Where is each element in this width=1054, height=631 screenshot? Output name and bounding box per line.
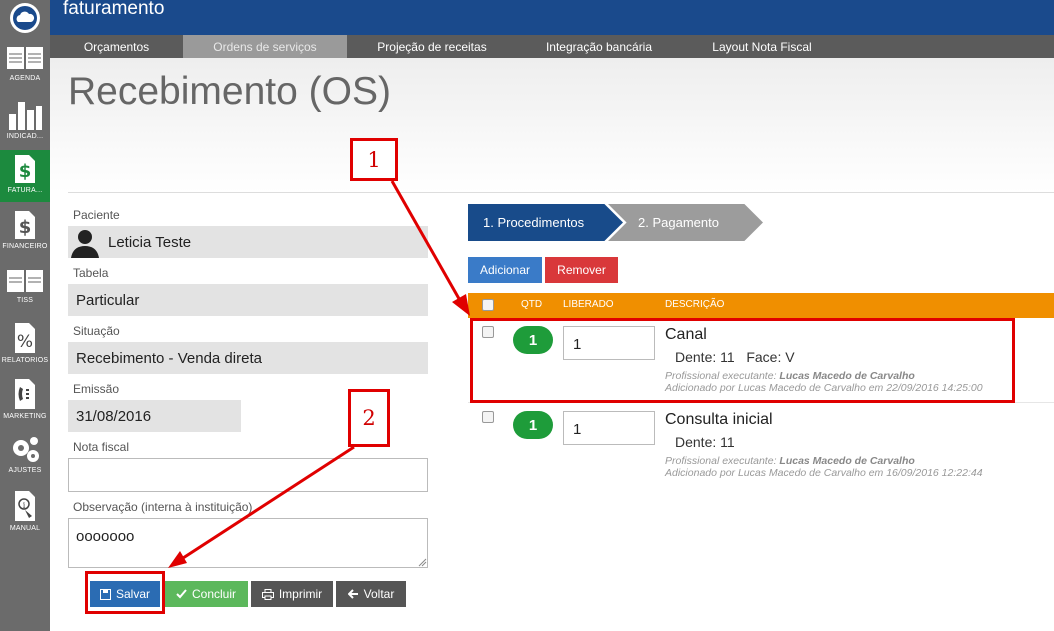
sidebar-label: AGENDA — [9, 75, 41, 82]
col-liberado: LIBERADO — [563, 299, 614, 310]
remover-button[interactable]: Remover — [545, 257, 618, 283]
percent-icon: % — [15, 323, 35, 353]
sidebar-label: AJUSTES — [8, 467, 42, 474]
cloud-logo-icon[interactable] — [0, 0, 50, 35]
sidebar-item-faturamento[interactable]: $ FATURA... — [0, 150, 50, 202]
sidebar-label: FINANCEIRO — [2, 243, 48, 250]
concluir-button-label: Concluir — [191, 587, 236, 601]
tab-projecao-de-receitas[interactable]: Projeção de receitas — [347, 35, 517, 58]
sidebar-label: RELATORIOS — [1, 357, 49, 364]
page-title: Recebimento (OS) — [68, 70, 391, 113]
professional-prefix: Profissional executante: — [665, 455, 780, 467]
svg-text:%: % — [17, 332, 33, 352]
check-icon — [176, 589, 187, 599]
annotation-label-2: 2 — [348, 389, 390, 447]
phone-icon — [15, 379, 35, 409]
sidebar-label: MANUAL — [9, 525, 41, 532]
tab-layout-nota-fiscal[interactable]: Layout Nota Fiscal — [681, 35, 843, 58]
select-all-checkbox[interactable] — [482, 299, 494, 311]
manual-icon: i — [15, 491, 35, 521]
avatar-icon — [68, 226, 102, 258]
nota-fiscal-input[interactable] — [68, 458, 428, 492]
description-professional: Profissional executante: Lucas Macedo de… — [665, 455, 915, 467]
voltar-button-label: Voltar — [363, 587, 395, 601]
dollar-doc-icon: $ — [15, 211, 35, 239]
step-procedimentos[interactable]: 1. Procedimentos — [468, 204, 623, 241]
header-divider — [68, 192, 1054, 193]
annotation-highlight-save — [85, 571, 165, 614]
table-header: QTD LIBERADO DESCRIÇÃO — [468, 293, 1054, 318]
annotation-label-1: 1 — [350, 138, 398, 181]
sidebar-label: MARKETING — [3, 413, 47, 420]
adicionar-button[interactable]: Adicionar — [468, 257, 542, 283]
arrow-left-icon — [347, 589, 358, 599]
top-bar: faturamento — [50, 0, 1054, 35]
col-descricao: DESCRIÇÃO — [665, 299, 725, 310]
svg-text:$: $ — [19, 217, 32, 238]
gears-icon — [13, 437, 39, 462]
svg-text:$: $ — [19, 161, 32, 182]
app-title: faturamento — [63, 0, 165, 19]
sidebar-label: INDICAD... — [6, 133, 44, 140]
tabela-label: Tabela — [73, 266, 109, 280]
concluir-button[interactable]: Concluir — [164, 581, 248, 607]
tab-integracao-bancaria[interactable]: Integração bancária — [517, 35, 681, 58]
sidebar: AGENDA INDICAD... $ FATURA... $ FINANCEI… — [0, 0, 50, 631]
liberado-input[interactable]: 1 — [563, 411, 655, 445]
dollar-icon: $ — [15, 155, 35, 183]
sidebar-item-ajustes[interactable]: AJUSTES — [0, 430, 50, 482]
nota-fiscal-label: Nota fiscal — [73, 440, 130, 454]
description-added-by: Adicionado por Lucas Macedo de Carvalho … — [665, 467, 983, 479]
imprimir-button[interactable]: Imprimir — [251, 581, 333, 607]
sidebar-item-manual[interactable]: i MANUAL — [0, 486, 50, 538]
qtd-badge: 1 — [513, 411, 553, 439]
row-checkbox[interactable] — [482, 411, 494, 423]
tab-bar: Orçamentos Ordens de serviços Projeção d… — [50, 35, 1054, 58]
observacao-textarea[interactable]: ooooooo — [68, 518, 428, 568]
situacao-field[interactable]: Recebimento - Venda direta — [68, 342, 428, 374]
sidebar-label: TISS — [16, 297, 34, 304]
sidebar-item-agenda[interactable]: AGENDA — [0, 40, 50, 92]
tab-ordens-de-servicos[interactable]: Ordens de serviços — [183, 35, 347, 58]
observacao-label: Observação (interna à instituição) — [73, 500, 253, 514]
print-icon — [261, 588, 274, 600]
sidebar-item-relatorios[interactable]: % RELATORIOS — [0, 318, 50, 370]
sidebar-item-marketing[interactable]: MARKETING — [0, 374, 50, 426]
paciente-field[interactable]: Leticia Teste — [68, 226, 428, 258]
imprimir-button-label: Imprimir — [278, 587, 323, 601]
svg-text:i: i — [23, 501, 26, 510]
sidebar-item-indicadores[interactable]: INDICAD... — [0, 96, 50, 148]
paciente-label: Paciente — [73, 208, 120, 222]
sidebar-label: FATURA... — [7, 187, 43, 194]
annotation-highlight-row — [470, 318, 1015, 403]
bar-chart-icon — [9, 102, 42, 130]
professional-name: Lucas Macedo de Carvalho — [779, 455, 915, 467]
tab-orcamentos[interactable]: Orçamentos — [50, 35, 183, 58]
sidebar-item-financeiro[interactable]: $ FINANCEIRO — [0, 206, 50, 258]
emissao-label: Emissão — [73, 382, 120, 396]
resize-handle-icon[interactable] — [418, 558, 427, 567]
situacao-label: Situação — [73, 324, 120, 338]
paciente-value: Leticia Teste — [108, 233, 192, 251]
step-pagamento[interactable]: 2. Pagamento — [608, 204, 763, 241]
voltar-button[interactable]: Voltar — [336, 581, 406, 607]
description-title: Consulta inicial — [665, 411, 773, 428]
emissao-field[interactable]: 31/08/2016 — [68, 400, 241, 432]
description-detail: Dente: 11 — [675, 434, 735, 450]
tiss-icon — [7, 270, 43, 292]
tabela-field[interactable]: Particular — [68, 284, 428, 316]
calendar-icon — [7, 47, 43, 69]
col-qtd: QTD — [521, 299, 543, 310]
sidebar-item-tiss[interactable]: TISS — [0, 262, 50, 314]
